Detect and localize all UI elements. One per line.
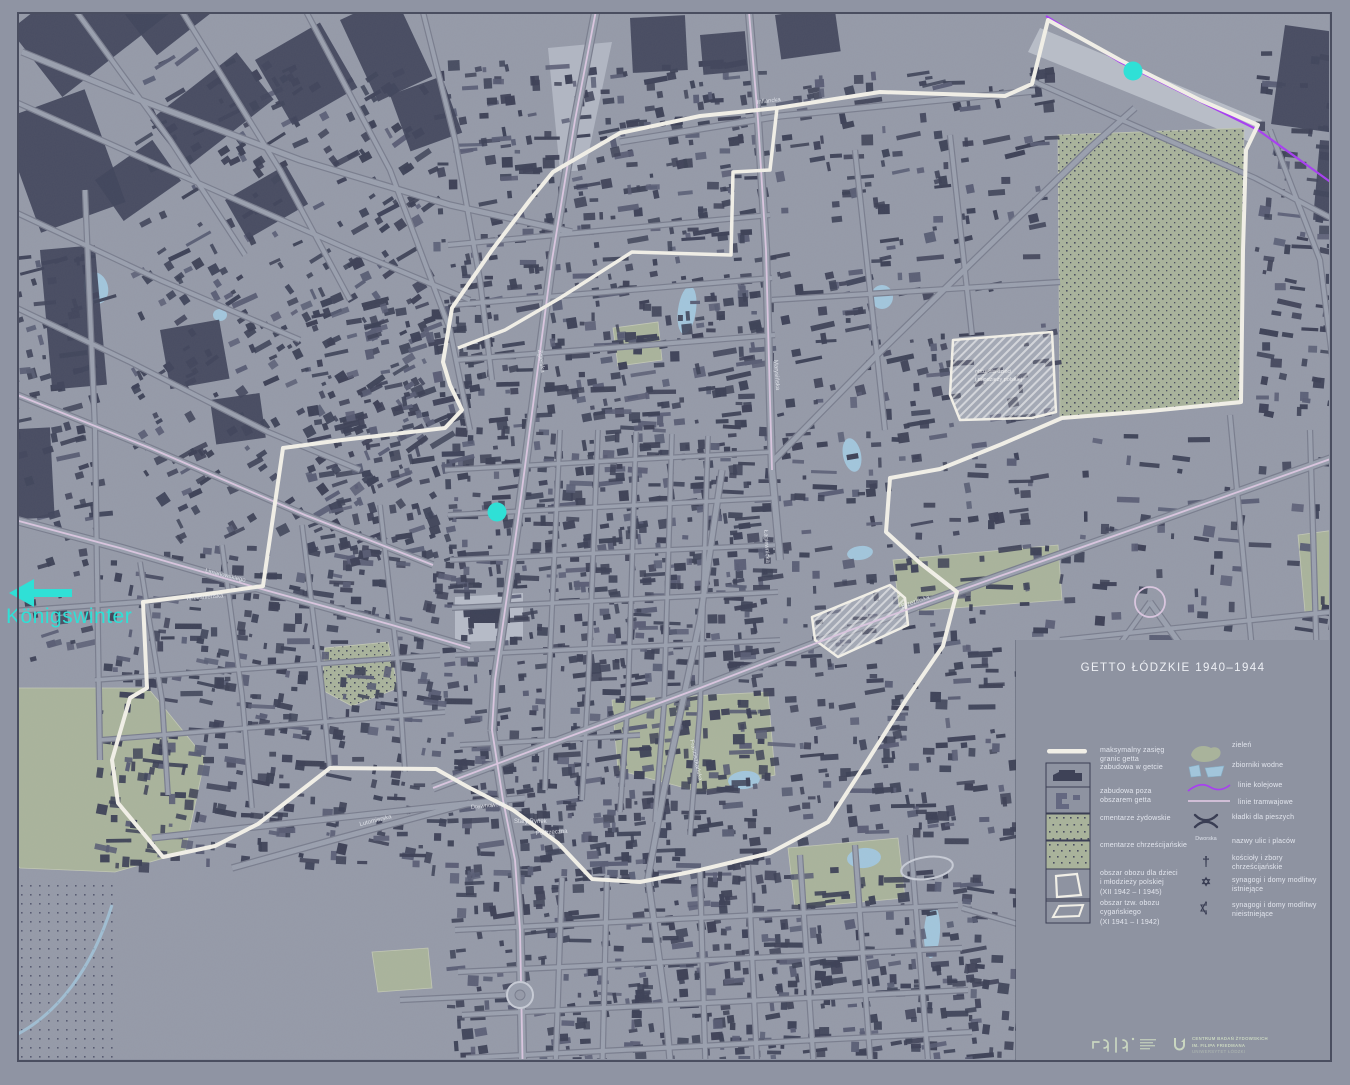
logo-line-2: IM. FILIPA FRIEDMANA bbox=[1192, 1042, 1246, 1048]
outside-building-swatch bbox=[1042, 786, 1094, 814]
logo-line-3: UNIWERSYTET ŁÓDZKI bbox=[1192, 1049, 1246, 1055]
legend-item-ghetto-building-swatch: zabudowa w getcie bbox=[1042, 762, 1200, 788]
children-camp-swatch bbox=[1042, 868, 1094, 902]
legend-item-label: zieleń bbox=[1232, 742, 1252, 749]
legend-item-outside-building-swatch: zabudowa poza obszarem getta bbox=[1042, 786, 1200, 814]
legend-item-label: zabudowa poza obszarem getta bbox=[1100, 788, 1152, 805]
legend-item-label: linie kolejowe bbox=[1238, 782, 1283, 789]
street-name-sample: Dworska bbox=[1186, 836, 1226, 842]
church-cross-icon: † bbox=[1202, 853, 1210, 869]
ghetto-building-swatch bbox=[1042, 762, 1094, 788]
tram-swatch bbox=[1186, 797, 1232, 805]
legend-item-label: cmentarze chrześcijańskie bbox=[1100, 842, 1188, 849]
legend-item-label: zbiorniki wodne bbox=[1232, 762, 1284, 769]
christian-cemetery-swatch bbox=[1042, 840, 1094, 870]
hebrew-glyph-logo bbox=[1090, 1034, 1164, 1061]
legend-item-jewish-cemetery-swatch: cmentarze żydowskie bbox=[1042, 813, 1200, 841]
legend-title: GETTO ŁÓDZKIE 1940–1944 bbox=[1080, 662, 1266, 674]
university-jewish-research-logo: CENTRUM BADAŃ ŻYDOWSKICH IM. FILIPA FRIE… bbox=[1173, 1036, 1268, 1056]
legend-item-label: obszar obozu dla dzieci i młodzieży pols… bbox=[1100, 870, 1178, 896]
legend-item-label: kościoły i zbory chrześcijańskie bbox=[1232, 855, 1283, 872]
footbridge-icon bbox=[1186, 812, 1226, 830]
logo-line-1: CENTRUM BADAŃ ŻYDOWSKICH bbox=[1192, 1036, 1268, 1041]
jewish-cemetery-swatch bbox=[1042, 813, 1094, 841]
railway-swatch bbox=[1186, 780, 1232, 794]
boundary-line-swatch bbox=[1042, 745, 1094, 757]
gypsy-camp-swatch bbox=[1042, 898, 1094, 924]
legend-item-tram-swatch: linie tramwajowe bbox=[1186, 797, 1328, 807]
legend-item-church-cross-icon: † kościoły i zbory chrześcijańskie bbox=[1186, 853, 1328, 873]
map-marker[interactable] bbox=[1123, 61, 1143, 81]
legend-panel: GETTO ŁÓDZKIE 1940–1944 maksymalny zasię… bbox=[1016, 640, 1330, 1062]
legend-item-children-camp-swatch: obszar obozu dla dzieci i młodzieży pols… bbox=[1042, 868, 1200, 902]
legend-item-label: zabudowa w getcie bbox=[1100, 764, 1163, 771]
legend-logos: CENTRUM BADAŃ ŻYDOWSKICH IM. FILIPA FRIE… bbox=[1016, 1032, 1330, 1066]
legend-item-label: nazwy ulic i placów bbox=[1232, 838, 1296, 845]
legend-item-label: synagogi i domy modlitwy istniejące bbox=[1232, 877, 1317, 894]
legend-item-street-name-sample: Dworska nazwy ulic i placów bbox=[1186, 836, 1328, 846]
legend-item-synagogue-star-icon: ✡ synagogi i domy modlitwy istniejące bbox=[1186, 875, 1328, 895]
map-viewer: Wrześnieńska Drewnowska Stary Rynek Podrzec… bbox=[0, 0, 1350, 1085]
water-swatch bbox=[1186, 760, 1226, 780]
legend-item-gypsy-camp-swatch: obszar tzw. obozu cygańskiego (XI 1941 –… bbox=[1042, 898, 1200, 927]
legend-item-label: linie tramwajowe bbox=[1238, 799, 1293, 806]
street-name-sample-text: Dworska bbox=[1195, 836, 1217, 842]
synagogue-star-broken-icon bbox=[1186, 900, 1226, 916]
legend-item-railway-swatch: linie kolejowe bbox=[1186, 780, 1328, 794]
map-marker[interactable] bbox=[487, 502, 507, 522]
legend-item-water-swatch: zbiorniki wodne bbox=[1186, 760, 1328, 780]
synagogue-star-icon: ✡ bbox=[1200, 875, 1212, 889]
uni-lodz-mark-icon bbox=[1174, 1038, 1185, 1051]
legend-item-christian-cemetery-swatch: cmentarze chrześcijańskie bbox=[1042, 840, 1200, 870]
legend-item-synagogue-star-broken-icon: synagogi i domy modlitwy nieistniejące bbox=[1186, 900, 1328, 920]
legend-item-label: obszar tzw. obozu cygańskiego (XI 1941 –… bbox=[1100, 900, 1160, 926]
legend-item-label: synagogi i domy modlitwy nieistniejące bbox=[1232, 902, 1317, 919]
direction-arrow-label: Königswinter bbox=[6, 605, 133, 628]
legend-item-footbridge-icon: kładki dla pieszych bbox=[1186, 812, 1328, 830]
legend-item-label: cmentarze żydowskie bbox=[1100, 815, 1171, 822]
legend-item-label: kładki dla pieszych bbox=[1232, 814, 1295, 821]
